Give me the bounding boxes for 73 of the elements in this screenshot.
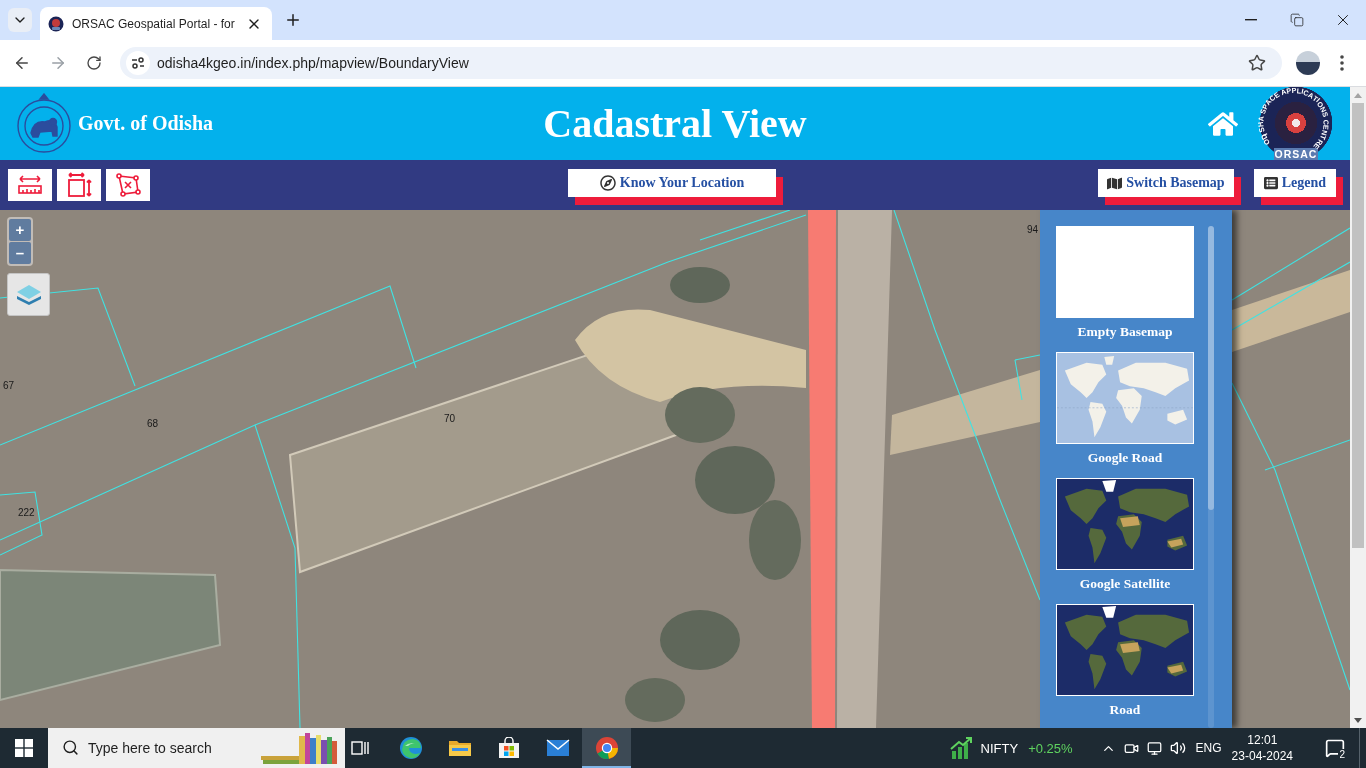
- layers-icon: [14, 282, 43, 307]
- network-icon[interactable]: [1146, 740, 1162, 756]
- measure-length-button[interactable]: [8, 169, 52, 201]
- windows-icon: [15, 739, 33, 757]
- new-tab-button[interactable]: [284, 11, 302, 29]
- list-icon: [1263, 176, 1278, 190]
- star-icon[interactable]: [1248, 54, 1266, 72]
- basemap-label: Google Satellite: [1079, 575, 1171, 593]
- tree: [625, 678, 685, 722]
- measure-area-button[interactable]: [57, 169, 101, 201]
- legend-button[interactable]: Legend: [1253, 169, 1343, 205]
- layer-switcher-button[interactable]: [7, 273, 50, 316]
- scrollbar-thumb[interactable]: [1208, 226, 1214, 510]
- site-settings-icon[interactable]: [126, 51, 150, 75]
- language-indicator[interactable]: ENG: [1195, 741, 1222, 755]
- ruler-icon: [17, 174, 43, 196]
- satellite-map-thumbnail[interactable]: [1056, 604, 1194, 696]
- satellite-map-thumbnail[interactable]: [1056, 478, 1194, 570]
- parcel-number: 222: [18, 508, 35, 518]
- books-icon: [261, 732, 337, 764]
- arrow-right-icon: [49, 54, 67, 72]
- parcel-number: 94: [1027, 225, 1039, 235]
- minimize-icon: [1245, 19, 1257, 21]
- parcel-number: 70: [444, 414, 456, 424]
- parcel-number: 67: [3, 381, 15, 391]
- search-icon: [62, 739, 79, 756]
- parcel-number: 68: [147, 419, 159, 429]
- ticker-change: +0.25%: [1028, 740, 1073, 756]
- basemap-label: Road: [1109, 701, 1141, 719]
- zoom-in-button[interactable]: +: [9, 219, 31, 241]
- road-map-thumbnail[interactable]: [1056, 352, 1194, 444]
- profile-avatar[interactable]: [1296, 51, 1320, 75]
- basemap-label: Google Road: [1087, 449, 1163, 467]
- message-icon: [1325, 738, 1345, 758]
- logo-caption: ORSAC: [1274, 148, 1318, 160]
- tree: [665, 387, 735, 443]
- tree: [670, 267, 730, 303]
- area-measure-icon: [66, 172, 92, 198]
- ticker-name: NIFTY: [980, 740, 1019, 756]
- volume-icon[interactable]: [1169, 740, 1186, 756]
- envelope-icon: [545, 739, 570, 757]
- compass-icon: [599, 175, 616, 191]
- tricolor-circle-icon: [594, 736, 619, 760]
- map-icon: [1107, 175, 1123, 191]
- polygon-x-icon: [115, 173, 141, 197]
- plus-icon: [284, 11, 302, 29]
- folder-icon: [447, 738, 472, 758]
- browser-tab[interactable]: ORSAC Geospatial Portal - for: [40, 7, 272, 40]
- know-location-button[interactable]: Know Your Location: [567, 169, 784, 205]
- tab-list-button[interactable]: [8, 8, 32, 32]
- page-title: Cadastral View: [543, 100, 807, 147]
- address-bar[interactable]: odisha4kgeo.in/index.php/mapview/BoundaryView: [120, 47, 1282, 79]
- restore-icon: [1290, 13, 1304, 27]
- task-view-icon: [350, 739, 370, 757]
- reload-icon: [86, 55, 102, 71]
- clear-drawing-button[interactable]: [106, 169, 150, 201]
- zoom-out-button[interactable]: –: [9, 242, 31, 264]
- swirl-icon: [398, 736, 423, 760]
- shopping-bag-icon: [497, 737, 520, 759]
- clock-time: 12:01: [1247, 732, 1278, 748]
- caret-up-icon: [1354, 92, 1362, 98]
- clock-date: 23-04-2024: [1231, 748, 1293, 764]
- basemap-label: Empty Basemap: [1077, 323, 1173, 341]
- scrollbar-thumb[interactable]: [1352, 103, 1364, 548]
- government-label: Govt. of Odisha: [78, 112, 214, 135]
- blank-map-thumbnail[interactable]: [1056, 226, 1194, 318]
- logo-icon: [48, 15, 64, 32]
- notification-button[interactable]: 2: [1315, 728, 1355, 768]
- switch-basemap-button[interactable]: Switch Basemap: [1098, 169, 1241, 205]
- stock-chart-icon: [949, 737, 974, 759]
- menu-icon: [1340, 55, 1344, 71]
- emblem-icon: [16, 92, 72, 155]
- caret-down-icon: [1354, 717, 1362, 723]
